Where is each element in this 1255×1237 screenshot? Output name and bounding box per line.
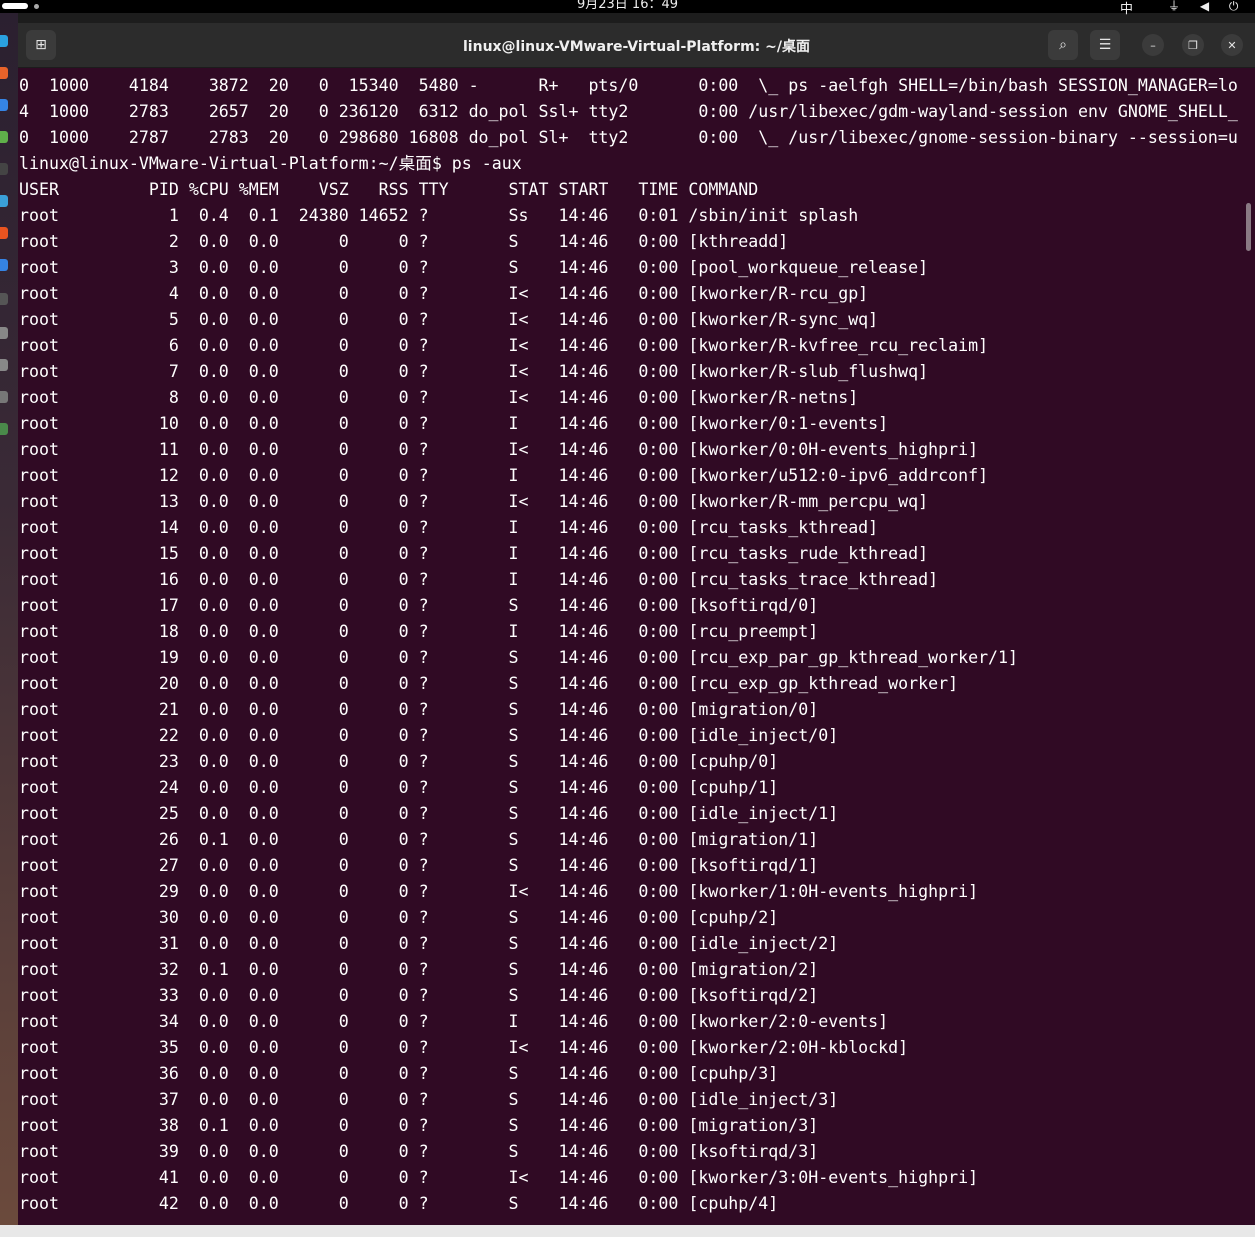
- terminal-line: root 35 0.0 0.0 0 0 ? I< 14:46 0:00 [kwo…: [19, 1038, 909, 1057]
- terminal-line: root 24 0.0 0.0 0 0 ? S 14:46 0:00 [cpuh…: [19, 778, 779, 797]
- scrollbar[interactable]: [1246, 203, 1251, 251]
- help-icon[interactable]: [0, 259, 8, 271]
- terminal-line: root 29 0.0 0.0 0 0 ? I< 14:46 0:00 [kwo…: [19, 882, 979, 901]
- terminal-line: root 36 0.0 0.0 0 0 ? S 14:46 0:00 [cpuh…: [19, 1064, 779, 1083]
- terminal-line: root 32 0.1 0.0 0 0 ? S 14:46 0:00 [migr…: [19, 960, 819, 979]
- headerbar: ⊞ linux@linux-VMware-Virtual-Platform: ~…: [18, 23, 1255, 68]
- terminal-line: root 39 0.0 0.0 0 0 ? S 14:46 0:00 [ksof…: [19, 1142, 819, 1161]
- terminal-line: root 12 0.0 0.0 0 0 ? I 14:46 0:00 [kwor…: [19, 466, 989, 485]
- terminal-line: root 31 0.0 0.0 0 0 ? S 14:46 0:00 [idle…: [19, 934, 839, 953]
- terminal-icon[interactable]: [0, 293, 8, 305]
- terminal-line: 0 1000 2787 2783 20 0 298680 16808 do_po…: [19, 128, 1238, 147]
- terminal-line: linux@linux-VMware-Virtual-Platform:~/桌面…: [19, 154, 522, 173]
- terminal-line: root 11 0.0 0.0 0 0 ? I< 14:46 0:00 [kwo…: [19, 440, 979, 459]
- software-icon[interactable]: [0, 227, 8, 239]
- disc-icon-2[interactable]: [0, 359, 8, 371]
- minimize-icon[interactable]: –: [1142, 34, 1164, 56]
- terminal-line: 4 1000 2783 2657 20 0 236120 6312 do_pol…: [19, 102, 1238, 121]
- maximize-icon[interactable]: ❐: [1182, 34, 1204, 56]
- terminal-line: root 25 0.0 0.0 0 0 ? S 14:46 0:00 [idle…: [19, 804, 839, 823]
- terminal-line: root 3 0.0 0.0 0 0 ? S 14:46 0:00 [pool_…: [19, 258, 929, 277]
- clock[interactable]: 9月23日 16：49: [0, 0, 1255, 12]
- bottom-strip: [0, 1225, 1255, 1237]
- gnome-top-bar: 9月23日 16：49 中 ⏚ ◀ ⏻: [0, 0, 1255, 17]
- terminal-line: root 27 0.0 0.0 0 0 ? S 14:46 0:00 [ksof…: [19, 856, 819, 875]
- terminal-line: root 41 0.0 0.0 0 0 ? I< 14:46 0:00 [kwo…: [19, 1168, 979, 1187]
- terminal-output[interactable]: 0 1000 4184 3872 20 0 15340 5480 - R+ pt…: [19, 73, 1239, 1225]
- trash-icon[interactable]: [0, 423, 8, 435]
- terminal-line: root 22 0.0 0.0 0 0 ? S 14:46 0:00 [idle…: [19, 726, 839, 745]
- browser-icon[interactable]: [0, 35, 8, 47]
- terminal-line: root 15 0.0 0.0 0 0 ? I 14:46 0:00 [rcu_…: [19, 544, 929, 563]
- system-status-icons[interactable]: ⏚ ◀ ⏻: [1168, 0, 1246, 14]
- terminal-line: root 4 0.0 0.0 0 0 ? I< 14:46 0:00 [kwor…: [19, 284, 869, 303]
- terminal-line: root 21 0.0 0.0 0 0 ? S 14:46 0:00 [migr…: [19, 700, 819, 719]
- search-icon[interactable]: ⌕: [1048, 30, 1078, 60]
- terminal-line: root 30 0.0 0.0 0 0 ? S 14:46 0:00 [cpuh…: [19, 908, 779, 927]
- terminal-line: root 14 0.0 0.0 0 0 ? I 14:46 0:00 [rcu_…: [19, 518, 879, 537]
- terminal-line: root 26 0.1 0.0 0 0 ? S 14:46 0:00 [migr…: [19, 830, 819, 849]
- terminal-line: root 38 0.1 0.0 0 0 ? S 14:46 0:00 [migr…: [19, 1116, 819, 1135]
- mail-icon[interactable]: [0, 99, 8, 111]
- terminal-window: ⊞ linux@linux-VMware-Virtual-Platform: ~…: [18, 23, 1255, 1225]
- terminal-line: root 6 0.0 0.0 0 0 ? I< 14:46 0:00 [kwor…: [19, 336, 989, 355]
- terminal-line: root 17 0.0 0.0 0 0 ? S 14:46 0:00 [ksof…: [19, 596, 819, 615]
- terminal-line: root 42 0.0 0.0 0 0 ? S 14:46 0:00 [cpuh…: [19, 1194, 779, 1213]
- terminal-line: root 2 0.0 0.0 0 0 ? S 14:46 0:00 [kthre…: [19, 232, 789, 251]
- terminal-line: root 1 0.4 0.1 24380 14652 ? Ss 14:46 0:…: [19, 206, 859, 225]
- terminal-line: root 23 0.0 0.0 0 0 ? S 14:46 0:00 [cpuh…: [19, 752, 779, 771]
- input-method-indicator[interactable]: 中: [1120, 0, 1133, 17]
- files-icon[interactable]: [0, 163, 8, 175]
- terminal-line: root 19 0.0 0.0 0 0 ? S 14:46 0:00 [rcu_…: [19, 648, 1019, 667]
- menu-icon[interactable]: ☰: [1090, 30, 1120, 60]
- writer-icon[interactable]: [0, 195, 8, 207]
- terminal-line: root 5 0.0 0.0 0 0 ? I< 14:46 0:00 [kwor…: [19, 310, 879, 329]
- terminal-line: root 34 0.0 0.0 0 0 ? I 14:46 0:00 [kwor…: [19, 1012, 889, 1031]
- terminal-line: root 8 0.0 0.0 0 0 ? I< 14:46 0:00 [kwor…: [19, 388, 859, 407]
- terminal-line: root 33 0.0 0.0 0 0 ? S 14:46 0:00 [ksof…: [19, 986, 819, 1005]
- music-icon[interactable]: [0, 131, 8, 143]
- terminal-line: root 10 0.0 0.0 0 0 ? I 14:46 0:00 [kwor…: [19, 414, 889, 433]
- terminal-line: root 13 0.0 0.0 0 0 ? I< 14:46 0:00 [kwo…: [19, 492, 929, 511]
- terminal-line: root 18 0.0 0.0 0 0 ? I 14:46 0:00 [rcu_…: [19, 622, 819, 641]
- disc-icon[interactable]: [0, 327, 8, 339]
- dock: [0, 13, 18, 1225]
- terminal-line: root 37 0.0 0.0 0 0 ? S 14:46 0:00 [idle…: [19, 1090, 839, 1109]
- terminal-line: USER PID %CPU %MEM VSZ RSS TTY STAT STAR…: [19, 180, 759, 199]
- terminal-line: 0 1000 4184 3872 20 0 15340 5480 - R+ pt…: [19, 76, 1238, 95]
- terminal-line: root 7 0.0 0.0 0 0 ? I< 14:46 0:00 [kwor…: [19, 362, 929, 381]
- terminal-line: root 16 0.0 0.0 0 0 ? I 14:46 0:00 [rcu_…: [19, 570, 939, 589]
- drive-icon[interactable]: [0, 391, 8, 403]
- terminal-line: root 20 0.0 0.0 0 0 ? S 14:46 0:00 [rcu_…: [19, 674, 959, 693]
- close-icon[interactable]: ✕: [1221, 34, 1243, 56]
- firefox-icon[interactable]: [0, 67, 8, 79]
